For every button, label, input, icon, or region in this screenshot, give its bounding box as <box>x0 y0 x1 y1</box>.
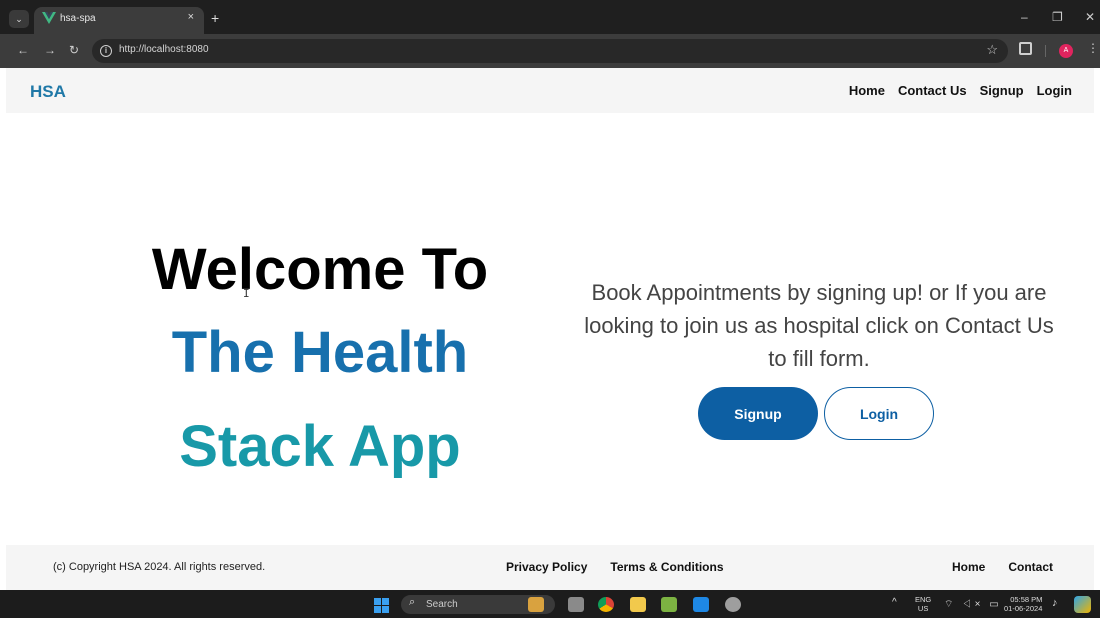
nav-contact-link[interactable]: Contact Us <box>898 83 967 98</box>
hero-description-block: Book Appointments by signing up! or If y… <box>578 276 1060 375</box>
vue-favicon-icon <box>42 12 56 24</box>
terms-link[interactable]: Terms & Conditions <box>610 560 723 574</box>
screen: ⌄ hsa-spa × + – ❐ ✕ ← → ↻ i http://local… <box>0 0 1100 618</box>
hero-heading: Welcome To The Health Stack App <box>100 232 540 496</box>
taskbar-search-label: Search <box>426 599 458 610</box>
toolbar-divider <box>1045 45 1046 57</box>
menu-icon[interactable]: ⋮ <box>1087 41 1099 55</box>
signup-button[interactable]: Signup <box>698 387 818 440</box>
back-icon[interactable]: ← <box>17 43 29 57</box>
login-button[interactable]: Login <box>824 387 934 440</box>
site-footer: (c) Copyright HSA 2024. All rights reser… <box>6 545 1094 590</box>
bookmark-star-icon[interactable]: ☆ <box>986 42 998 58</box>
restore-icon[interactable]: ❐ <box>1052 10 1063 24</box>
nav-links: Home Contact Us Signup Login <box>849 83 1072 98</box>
notepad-icon[interactable] <box>661 597 677 612</box>
clock-date: 01-06-2024 <box>1004 604 1043 613</box>
hero-buttons: Signup Login <box>698 387 934 440</box>
address-bar[interactable]: i http://localhost:8080 ☆ <box>92 39 1008 63</box>
network-volume-battery-icons[interactable]: ⌔ ◁× ▭ <box>944 598 1002 611</box>
privacy-policy-link[interactable]: Privacy Policy <box>506 560 587 574</box>
brand-logo[interactable]: HSA <box>30 82 66 102</box>
file-explorer-icon[interactable] <box>630 597 646 612</box>
extensions-icon[interactable] <box>1019 42 1032 55</box>
hero-title-line1: Welcome To <box>151 237 489 302</box>
nav-login-link[interactable]: Login <box>1037 83 1072 98</box>
footer-home-link[interactable]: Home <box>952 560 985 574</box>
notification-bell-icon[interactable]: ♪ <box>1052 597 1058 609</box>
url-text[interactable]: http://localhost:8080 <box>119 44 209 55</box>
site-info-icon[interactable]: i <box>100 45 112 57</box>
footer-contact-link[interactable]: Contact <box>1008 560 1053 574</box>
widgets-icon[interactable] <box>528 597 544 612</box>
profile-avatar-icon[interactable]: A <box>1059 44 1073 58</box>
search-icon: ⌕ <box>409 596 416 608</box>
start-icon[interactable] <box>374 598 389 613</box>
footer-legal-links: Privacy Policy Terms & Conditions <box>506 560 724 574</box>
tab-title: hsa-spa <box>60 13 96 24</box>
hero-description: Book Appointments by signing up! or If y… <box>584 280 1054 371</box>
browser-tab-strip: ⌄ hsa-spa × + – ❐ ✕ <box>0 0 1100 34</box>
language-indicator[interactable]: ENG US <box>915 595 931 613</box>
browser-tab[interactable]: hsa-spa × <box>34 7 204 34</box>
close-window-icon[interactable]: ✕ <box>1085 10 1095 24</box>
browser-toolbar: ← → ↻ i http://localhost:8080 ☆ A ⋮ <box>0 34 1100 68</box>
clock-time: 05:58 PM <box>1010 595 1043 604</box>
site-navbar: HSA Home Contact Us Signup Login <box>6 68 1094 113</box>
footer-nav-links: Home Contact <box>952 560 1053 574</box>
tab-close-icon[interactable]: × <box>188 11 194 23</box>
task-view-icon[interactable] <box>568 597 584 612</box>
copilot-icon[interactable] <box>1074 596 1091 613</box>
forward-icon[interactable]: → <box>44 43 56 57</box>
copyright-text: (c) Copyright HSA 2024. All rights reser… <box>53 561 266 573</box>
nav-home-link[interactable]: Home <box>849 83 885 98</box>
minimize-icon[interactable]: – <box>1021 10 1028 24</box>
system-clock[interactable]: 05:58 PM 01-06-2024 <box>1004 595 1042 613</box>
vscode-icon[interactable] <box>693 597 709 612</box>
tray-overflow-icon[interactable]: ^ <box>892 597 897 608</box>
text-cursor-icon: I <box>243 287 250 300</box>
new-tab-icon[interactable]: + <box>211 11 219 25</box>
tab-search-icon[interactable]: ⌄ <box>9 10 29 28</box>
language-code: ENG <box>915 595 932 604</box>
region-code: US <box>917 604 929 613</box>
hero-title-line3: Stack App <box>179 414 461 479</box>
hero-title-line2: The Health <box>171 320 469 385</box>
os-taskbar: ⌕ Search ^ ENG US ⌔ ◁× ▭ 05:58 PM 01-06-… <box>0 590 1100 618</box>
settings-icon[interactable] <box>725 597 741 612</box>
nav-signup-link[interactable]: Signup <box>980 83 1024 98</box>
chrome-icon[interactable] <box>598 597 614 612</box>
reload-icon[interactable]: ↻ <box>69 43 79 57</box>
